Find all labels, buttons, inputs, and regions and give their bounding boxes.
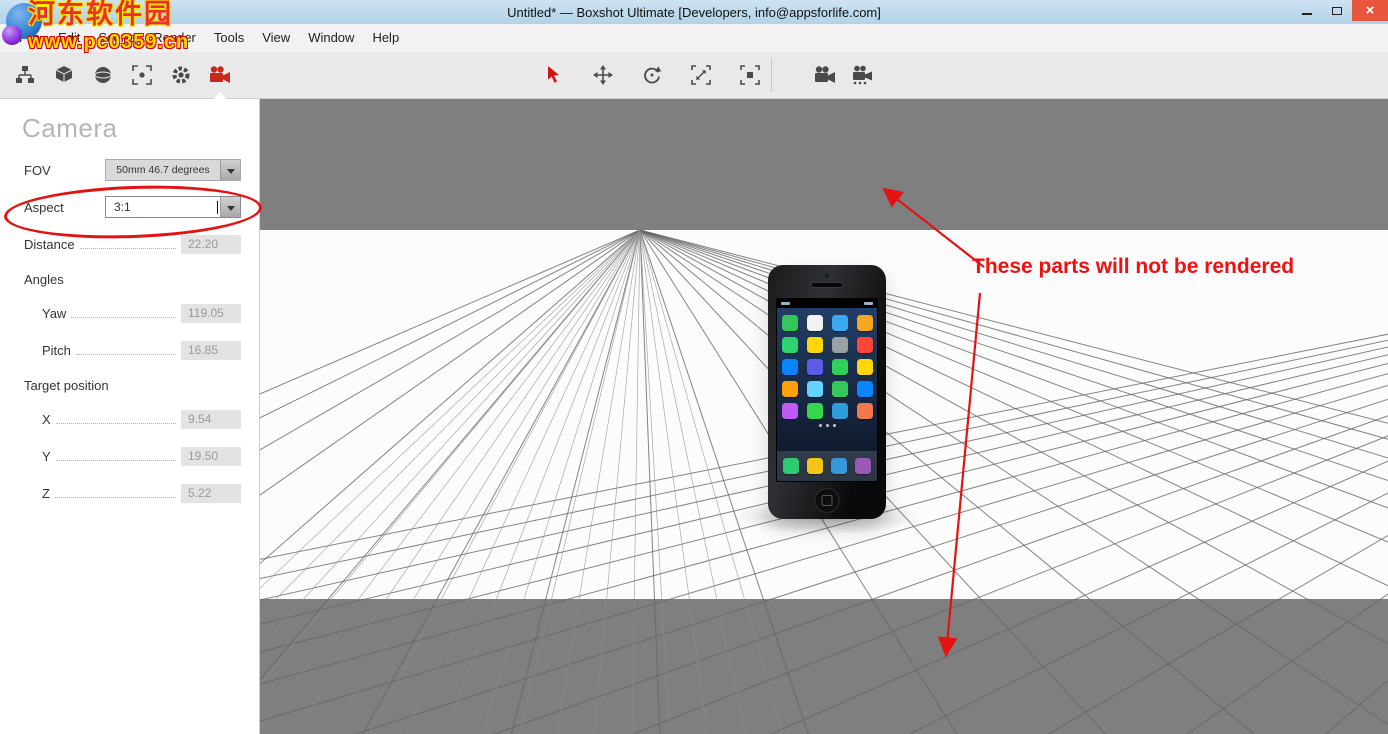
- toolbar-center-group: [543, 52, 761, 98]
- fov-select[interactable]: 50mm 46.7 degrees: [105, 159, 241, 181]
- distance-row: Distance 22.20: [24, 233, 241, 255]
- menu-help[interactable]: Help: [363, 24, 408, 52]
- fov-dropdown-arrow-icon[interactable]: [220, 160, 240, 180]
- snap-target-icon[interactable]: [131, 64, 153, 86]
- settings-gear-icon[interactable]: [170, 64, 192, 86]
- scale-tool-icon[interactable]: [690, 64, 712, 86]
- distance-label: Distance: [24, 237, 75, 252]
- dotted-leader: [80, 236, 176, 249]
- yaw-field[interactable]: 119.05: [181, 304, 241, 323]
- materials-sphere-icon[interactable]: [92, 64, 114, 86]
- target-position-section-label: Target position: [24, 378, 259, 393]
- window-title: Untitled* — Boxshot Ultimate [Developers…: [507, 5, 881, 20]
- annotation-text: These parts will not be rendered: [972, 255, 1294, 279]
- text-cursor: [217, 201, 218, 214]
- pitch-field[interactable]: 16.85: [181, 341, 241, 360]
- phone-app-grid: [777, 308, 877, 419]
- x-label: X: [42, 412, 51, 427]
- z-label: Z: [42, 486, 50, 501]
- front-camera-icon: [824, 272, 831, 279]
- titlebar: Untitled* — Boxshot Ultimate [Developers…: [0, 0, 1388, 24]
- shapes-cube-icon[interactable]: [53, 64, 75, 86]
- panel-title: Camera: [22, 113, 259, 144]
- distance-field[interactable]: 22.20: [181, 235, 241, 254]
- maximize-icon: [1332, 7, 1342, 15]
- close-button[interactable]: ×: [1352, 0, 1388, 21]
- earpiece-icon: [811, 282, 843, 288]
- menu-scene[interactable]: Scene: [89, 24, 144, 52]
- fit-view-icon[interactable]: [739, 64, 761, 86]
- aspect-label: Aspect: [24, 200, 64, 215]
- main-area: Camera FOV 50mm 46.7 degrees Aspect 3:1 …: [0, 99, 1388, 734]
- phone-screen: [776, 298, 878, 482]
- home-button-icon: [815, 488, 840, 513]
- iphone-model[interactable]: [768, 265, 886, 519]
- fov-row: FOV 50mm 46.7 degrees: [24, 159, 241, 181]
- z-field[interactable]: 5.22: [181, 484, 241, 503]
- boxshot-window: Untitled* — Boxshot Ultimate [Developers…: [0, 0, 1388, 734]
- toolbar-left-group: [14, 52, 231, 98]
- select-tool-icon[interactable]: [543, 64, 565, 86]
- minimize-icon: [1302, 13, 1312, 15]
- minimize-button[interactable]: [1292, 0, 1322, 21]
- camera-panel: Camera FOV 50mm 46.7 degrees Aspect 3:1 …: [0, 99, 260, 734]
- angles-section-label: Angles: [24, 272, 259, 287]
- menu-view[interactable]: View: [253, 24, 299, 52]
- target-z-row: Z 5.22: [42, 482, 241, 504]
- aspect-input[interactable]: 3:1: [105, 196, 241, 218]
- aspect-value: 3:1: [106, 197, 216, 217]
- window-controls: ×: [1292, 0, 1388, 21]
- phone-dock: [777, 451, 877, 481]
- fov-label: FOV: [24, 163, 51, 178]
- dotted-leader: [71, 305, 176, 318]
- dotted-leader: [56, 411, 176, 424]
- menu-edit[interactable]: Edit: [49, 24, 89, 52]
- menu-window[interactable]: Window: [299, 24, 363, 52]
- render-icon[interactable]: [814, 64, 836, 86]
- pitch-row: Pitch 16.85: [42, 339, 241, 361]
- menubar: File Edit Scene Render Tools View Window…: [0, 24, 1388, 52]
- x-field[interactable]: 9.54: [181, 410, 241, 429]
- target-x-row: X 9.54: [42, 408, 241, 430]
- toolbar-right-group: [814, 52, 874, 98]
- move-tool-icon[interactable]: [592, 64, 614, 86]
- yaw-row: Yaw 119.05: [42, 302, 241, 324]
- camera-tool-icon[interactable]: [209, 64, 231, 86]
- toolbar: [0, 52, 1388, 99]
- maximize-button[interactable]: [1322, 0, 1352, 21]
- menu-file[interactable]: File: [10, 24, 49, 52]
- y-field[interactable]: 19.50: [181, 447, 241, 466]
- toolbar-separator: [771, 58, 772, 92]
- pitch-label: Pitch: [42, 343, 71, 358]
- fov-value: 50mm 46.7 degrees: [106, 160, 220, 180]
- dotted-leader: [76, 342, 176, 355]
- dotted-leader: [56, 448, 176, 461]
- scene-tree-icon[interactable]: [14, 64, 36, 86]
- rotate-tool-icon[interactable]: [641, 64, 663, 86]
- phone-page-dots: [777, 424, 877, 427]
- target-y-row: Y 19.50: [42, 445, 241, 467]
- menu-tools[interactable]: Tools: [205, 24, 253, 52]
- aspect-row: Aspect 3:1: [24, 196, 241, 218]
- viewport-3d[interactable]: These parts will not be rendered: [260, 99, 1388, 734]
- aspect-dropdown-arrow-icon[interactable]: [220, 197, 240, 217]
- menu-render[interactable]: Render: [144, 24, 205, 52]
- render-animation-icon[interactable]: [852, 64, 874, 86]
- y-label: Y: [42, 449, 51, 464]
- phone-statusbar: [777, 299, 877, 308]
- yaw-label: Yaw: [42, 306, 66, 321]
- dotted-leader: [55, 485, 176, 498]
